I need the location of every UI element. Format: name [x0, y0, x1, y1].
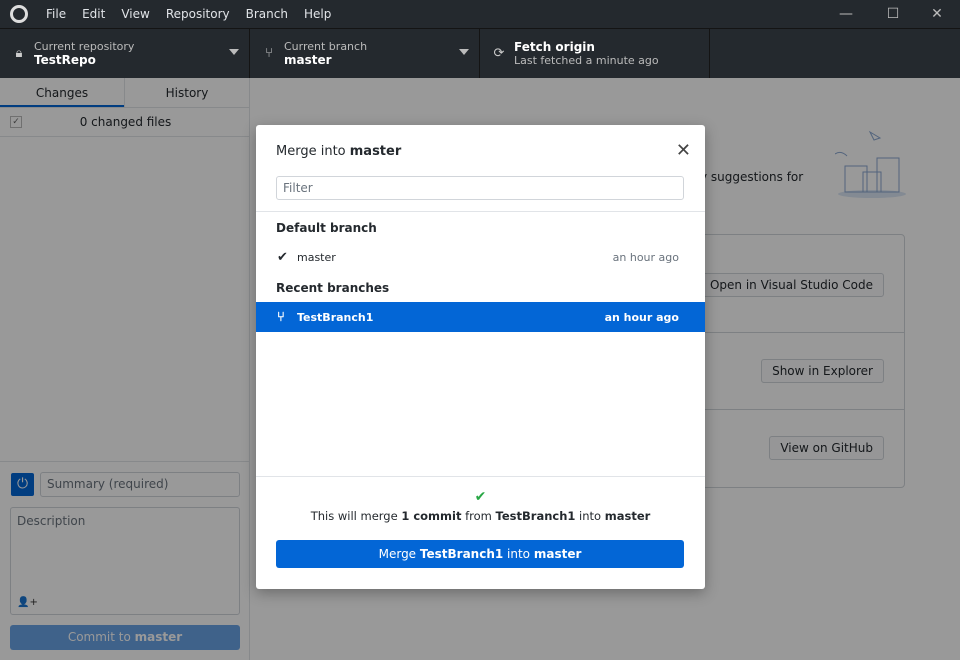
- check-icon: ✔: [277, 249, 288, 265]
- lock-icon: 🔒︎: [15, 46, 23, 61]
- branch-time: an hour ago: [612, 250, 679, 264]
- branch-name: TestBranch1: [297, 310, 374, 324]
- branch-item-testbranch1[interactable]: ⑂ TestBranch1 an hour ago: [256, 302, 705, 332]
- filter-input[interactable]: Filter: [276, 176, 684, 200]
- branch-name: master: [297, 250, 336, 264]
- menu-edit[interactable]: Edit: [82, 7, 105, 21]
- current-repository-button[interactable]: 🔒︎ Current repository TestRepo: [0, 29, 250, 78]
- menu-view[interactable]: View: [121, 7, 149, 21]
- menu-file[interactable]: File: [46, 7, 66, 21]
- repo-label: Current repository: [34, 40, 135, 53]
- menu-branch[interactable]: Branch: [246, 7, 288, 21]
- toolbar: 🔒︎ Current repository TestRepo ⑂ Current …: [0, 28, 960, 78]
- dialog-footer: ✔ This will merge 1 commit from TestBran…: [256, 476, 705, 589]
- menu-repository[interactable]: Repository: [166, 7, 230, 21]
- chevron-down-icon: [229, 49, 239, 55]
- check-icon: ✔: [474, 489, 487, 505]
- repo-name: TestRepo: [34, 53, 96, 67]
- github-logo-icon: [10, 5, 28, 23]
- current-branch-button[interactable]: ⑂ Current branch master: [250, 29, 480, 78]
- menu-bar: File Edit View Repository Branch Help: [38, 7, 339, 21]
- branch-icon: ⑂: [265, 46, 273, 61]
- fetch-status: Last fetched a minute ago: [514, 54, 659, 67]
- merge-summary: This will merge 1 commit from TestBranch…: [310, 509, 651, 523]
- dialog-title: Merge into master: [276, 144, 402, 159]
- branch-icon: ⑂: [277, 309, 285, 325]
- branch-item-master[interactable]: ✔ master an hour ago: [256, 242, 705, 272]
- sync-icon: ⟳: [493, 46, 505, 61]
- maximize-icon[interactable]: ☐: [870, 0, 916, 28]
- default-branch-header: Default branch: [276, 221, 377, 235]
- recent-branches-header: Recent branches: [276, 281, 390, 295]
- branch-list: Default branch ✔ master an hour ago Rece…: [256, 211, 705, 332]
- merge-button[interactable]: Merge TestBranch1 into master: [276, 540, 684, 568]
- title-bar: File Edit View Repository Branch Help — ☐ ✕: [0, 0, 960, 28]
- branch-label: Current branch: [284, 40, 368, 53]
- fetch-label: Fetch origin: [514, 40, 595, 54]
- fetch-origin-button[interactable]: ⟳ Fetch origin Last fetched a minute ago: [480, 29, 710, 78]
- branch-name: master: [284, 53, 332, 67]
- branch-time: an hour ago: [604, 310, 679, 324]
- chevron-down-icon: [459, 49, 469, 55]
- close-icon[interactable]: ✕: [676, 140, 691, 161]
- menu-help[interactable]: Help: [304, 7, 331, 21]
- close-window-icon[interactable]: ✕: [914, 0, 960, 28]
- minimize-icon[interactable]: —: [823, 0, 869, 28]
- merge-dialog: Merge into master ✕ Filter Default branc…: [256, 125, 705, 589]
